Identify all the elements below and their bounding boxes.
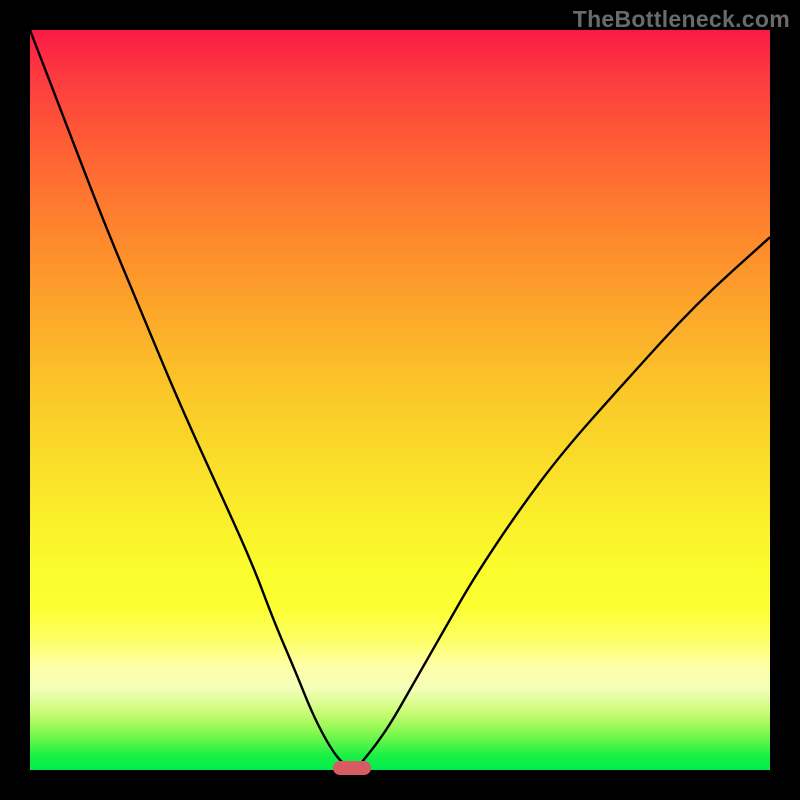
plot-area <box>30 30 770 770</box>
chart-container: TheBottleneck.com <box>0 0 800 800</box>
watermark-text: TheBottleneck.com <box>573 6 790 33</box>
bottleneck-curve <box>30 30 770 770</box>
optimal-point-marker <box>333 761 371 775</box>
